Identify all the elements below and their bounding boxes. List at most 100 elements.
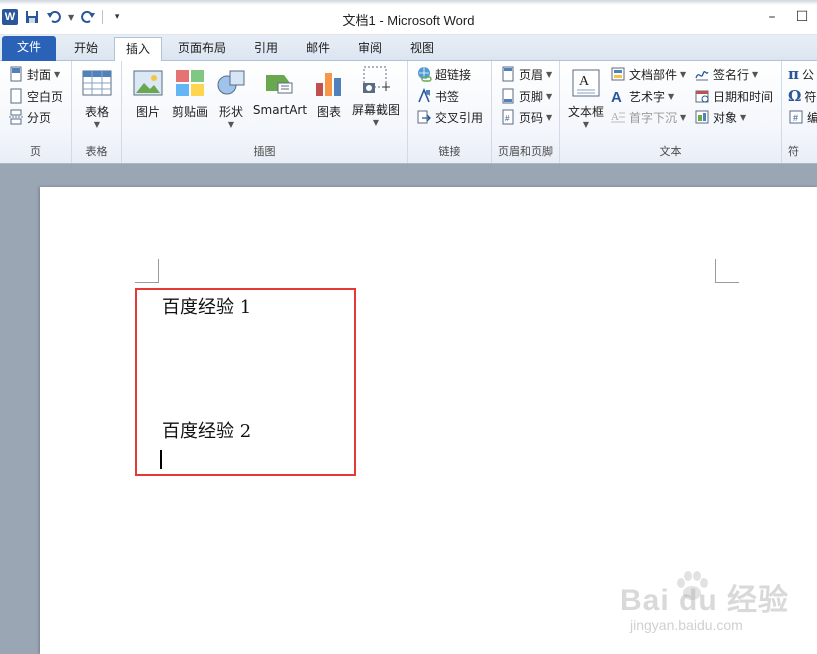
watermark-brand: Bai du 经验 (620, 584, 790, 617)
tab-references[interactable]: 引用 (244, 37, 288, 61)
title-bar: W ▼ ▾ 文档1 - Microsoft Word – ☐ (0, 0, 817, 35)
page-number-button[interactable]: # 页码 ▼ (500, 107, 552, 127)
blank-page-button[interactable]: 空白页 (8, 86, 63, 106)
screenshot-label: 屏幕截图 (351, 103, 400, 117)
tab-review[interactable]: 审阅 (348, 37, 392, 61)
bookmark-label: 书签 (435, 89, 460, 104)
restore-button[interactable]: ☐ (787, 6, 817, 28)
paragraph-1[interactable]: 百度经验 1 (162, 293, 251, 319)
shapes-label: 形状 (218, 105, 243, 119)
date-time-button[interactable]: 日期和时间 (694, 86, 773, 106)
header-label: 页眉 (519, 67, 544, 82)
window-controls: – ☐ (757, 6, 817, 28)
equation-button[interactable]: π 公 (788, 64, 814, 84)
equation-label: 公 (801, 67, 814, 82)
ribbon-tab-bar: 文件 开始 插入 页面布局 引用 邮件 审阅 视图 (0, 35, 817, 62)
group-text: A 文本框 ▼ 文档部件 ▼ A 艺术字 ▼ A 首字下沉 ▼ 签名行 ▼ 日期和时间 (560, 61, 782, 163)
smartart-button[interactable]: SmartArt (252, 67, 308, 117)
cross-reference-label: 交叉引用 (435, 110, 484, 125)
table-icon (82, 70, 112, 96)
omega-icon: Ω (788, 87, 802, 105)
group-header-footer: 页眉 ▼ 页脚 ▼ # 页码 ▼ 页眉和页脚 (492, 61, 560, 163)
tab-page-layout[interactable]: 页面布局 (170, 37, 234, 61)
wordart-button[interactable]: A 艺术字 ▼ (610, 86, 674, 106)
group-label-text: 文本 (659, 145, 682, 158)
dropdown-icon: ▼ (752, 69, 759, 79)
screenshot-button[interactable]: 屏幕截图 ▼ (350, 65, 402, 127)
object-button[interactable]: 对象 ▼ (694, 107, 746, 127)
pi-icon: π (788, 65, 799, 83)
tab-view[interactable]: 视图 (400, 37, 444, 61)
signature-line-label: 签名行 (713, 67, 750, 82)
cover-page-icon (10, 66, 22, 82)
cross-reference-button[interactable]: 交叉引用 (416, 107, 483, 127)
cross-reference-icon (417, 110, 431, 124)
text-cursor (160, 450, 162, 469)
svg-text:A: A (611, 111, 619, 123)
bookmark-button[interactable]: 书签 (416, 86, 459, 106)
quick-parts-icon (611, 67, 625, 81)
tab-file[interactable]: 文件 (2, 36, 56, 61)
footer-icon (502, 88, 514, 104)
symbol-button[interactable]: Ω 符 (788, 86, 816, 106)
drop-cap-label: 首字下沉 (629, 110, 678, 125)
quick-parts-button[interactable]: 文档部件 ▼ (610, 64, 686, 84)
dropdown-icon: ▼ (93, 120, 101, 129)
signature-line-button[interactable]: 签名行 ▼ (694, 64, 758, 84)
chart-button[interactable]: 图表 (312, 67, 346, 120)
smartart-icon (266, 75, 293, 94)
globe-link-icon (418, 67, 432, 82)
dropdown-icon: ▼ (227, 120, 235, 129)
header-button[interactable]: 页眉 ▼ (500, 64, 552, 84)
page-break-button[interactable]: 分页 (8, 107, 51, 127)
tab-mailings[interactable]: 邮件 (296, 37, 340, 61)
blank-page-label: 空白页 (27, 89, 64, 104)
picture-button[interactable]: 图片 (130, 67, 166, 120)
dropdown-icon: ▼ (546, 112, 553, 122)
dropdown-icon: ▼ (668, 91, 675, 101)
shapes-button[interactable]: 形状 ▼ (214, 67, 248, 129)
table-button[interactable]: 表格 ▼ (80, 67, 114, 129)
object-icon (695, 110, 709, 124)
cover-page-button[interactable]: 封面 ▼ (8, 64, 60, 84)
footer-button[interactable]: 页脚 ▼ (500, 86, 552, 106)
wordart-icon: A (611, 89, 622, 104)
quick-parts-label: 文档部件 (629, 67, 678, 82)
page-break-icon (9, 109, 23, 125)
dropdown-icon: ▼ (582, 120, 590, 129)
page-number-icon: # (502, 109, 514, 125)
page-number-label: 页码 (519, 110, 544, 125)
crop-mark-top-left (135, 259, 159, 283)
clipart-icon (176, 70, 204, 96)
svg-text:#: # (793, 113, 798, 123)
group-label-header-footer: 页眉和页脚 (498, 145, 553, 158)
group-pages: 封面 ▼ 空白页 分页 页 (0, 61, 72, 163)
header-icon (502, 66, 514, 82)
footer-label: 页脚 (519, 89, 544, 104)
date-time-label: 日期和时间 (713, 89, 774, 104)
tab-home[interactable]: 开始 (64, 37, 108, 61)
group-label-illustrations: 插图 (253, 145, 276, 158)
number-button[interactable]: # 编 (788, 107, 817, 127)
table-label: 表格 (84, 105, 109, 119)
chart-icon (316, 73, 341, 96)
drop-cap-icon: A (611, 111, 625, 123)
wordart-label: 艺术字 (629, 89, 666, 104)
svg-text:A: A (611, 89, 622, 104)
textbox-button[interactable]: A 文本框 ▼ (566, 67, 606, 129)
dropdown-icon: ▼ (54, 69, 61, 79)
number-label: 编 (807, 109, 817, 126)
paragraph-2[interactable]: 百度经验 2 (162, 417, 251, 443)
dropdown-icon: ▼ (546, 69, 553, 79)
tab-insert[interactable]: 插入 (114, 37, 162, 62)
drop-cap-button[interactable]: A 首字下沉 ▼ (610, 107, 686, 127)
clipart-button[interactable]: 剪贴画 (170, 67, 210, 120)
group-label-tables: 表格 (85, 145, 108, 158)
group-illustrations: 图片 剪贴画 形状 ▼ SmartArt 图表 屏幕截图 ▼ 插图 (122, 61, 408, 163)
minimize-button[interactable]: – (757, 6, 787, 28)
object-label: 对象 (713, 110, 738, 125)
ribbon-insert: 封面 ▼ 空白页 分页 页 表格 ▼ 表格 图片 剪贴画 形状 ▼ SmartA… (0, 61, 817, 164)
watermark-url: jingyan.baidu.com (630, 617, 743, 633)
group-label-symbols: 符 (788, 145, 799, 158)
hyperlink-button[interactable]: 超链接 (416, 64, 471, 84)
